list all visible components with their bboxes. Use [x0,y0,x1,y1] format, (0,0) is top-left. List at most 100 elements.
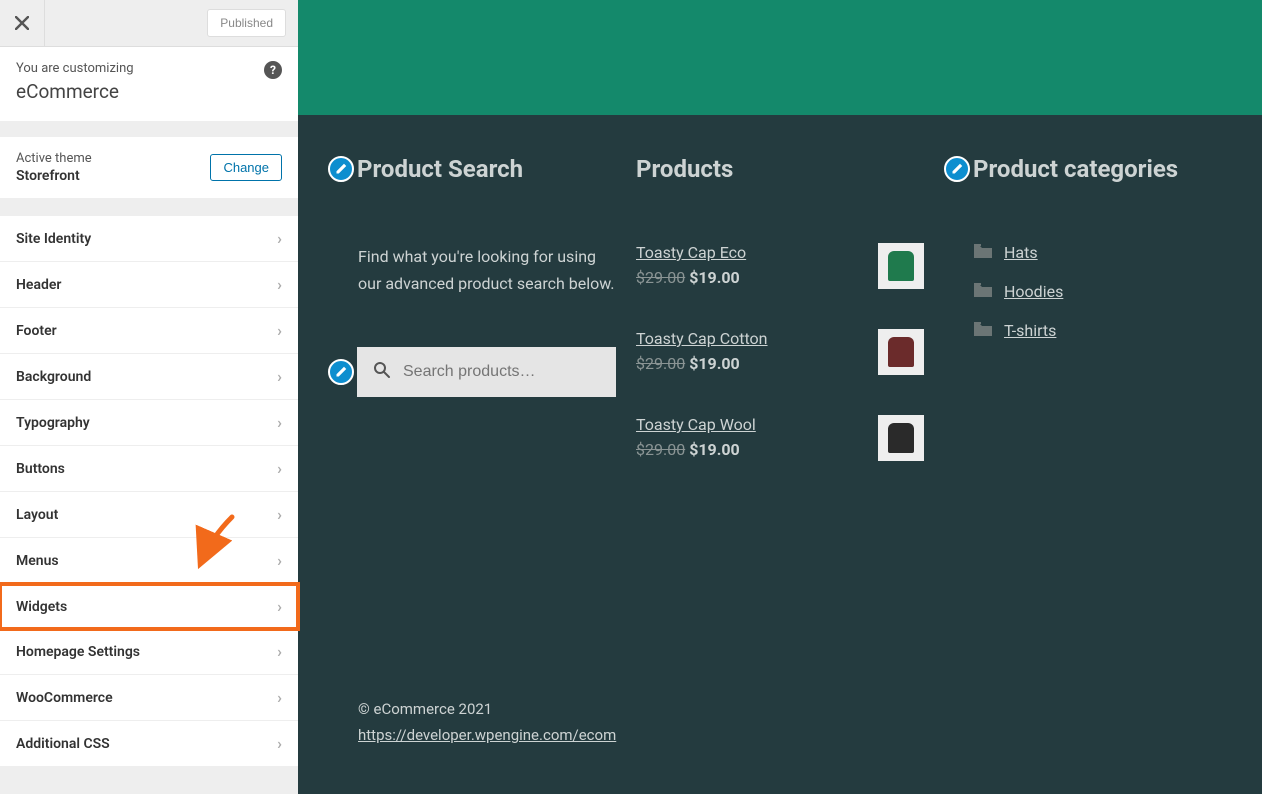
sidebar-item-label: Header [16,277,61,293]
category-link[interactable]: Hoodies [1004,282,1063,301]
widget-product-search: Product Search Find what you're looking … [328,155,616,501]
footer-copyright: © eCommerce 2021 [358,700,1202,718]
product-link[interactable]: Toasty Cap Eco [636,243,746,262]
chevron-right-icon: › [277,459,282,478]
pencil-icon [335,366,347,378]
price-new: $19.00 [689,440,740,459]
product-price: $29.00$19.00 [636,268,746,287]
sidebar-topbar: Published [0,0,298,47]
chevron-right-icon: › [277,505,282,524]
chevron-right-icon: › [277,229,282,248]
product-thumbnail[interactable] [878,415,924,461]
sidebar-item-background[interactable]: Background › [0,354,298,400]
close-button[interactable] [0,0,45,47]
pencil-icon [951,163,963,175]
chevron-right-icon: › [277,551,282,570]
sidebar-item-header[interactable]: Header › [0,262,298,308]
search-icon [373,361,391,383]
widget-heading-text: Product Search [357,155,523,183]
product-thumbnail[interactable] [878,243,924,289]
price-old: $29.00 [636,440,685,459]
folder-icon [974,321,992,340]
chevron-right-icon: › [277,367,282,386]
sidebar-item-label: Widgets [16,599,67,615]
chevron-right-icon: › [277,642,282,661]
product-link[interactable]: Toasty Cap Wool [636,415,756,434]
sidebar-item-homepage-settings[interactable]: Homepage Settings › [0,629,298,675]
sidebar-item-label: Additional CSS [16,736,110,752]
product-item: Toasty Cap Wool $29.00$19.00 [636,415,924,461]
category-link[interactable]: Hats [1004,243,1038,262]
price-new: $19.00 [689,268,740,287]
sidebar-item-site-identity[interactable]: Site Identity › [0,216,298,262]
product-price: $29.00$19.00 [636,440,756,459]
sidebar-item-label: WooCommerce [16,690,113,706]
product-item: Toasty Cap Eco $29.00$19.00 [636,243,924,289]
widget-heading-categories: Product categories [944,155,1232,183]
published-button[interactable]: Published [207,9,286,37]
chevron-right-icon: › [277,688,282,707]
active-theme-label: Active theme [16,151,92,166]
close-icon [15,16,29,30]
customizer-sidebar: Published You are customizing eCommerce … [0,0,298,794]
sidebar-item-label: Homepage Settings [16,644,140,660]
chevron-right-icon: › [277,413,282,432]
price-new: $19.00 [689,354,740,373]
search-input[interactable] [403,363,600,381]
preview-body: Product Search Find what you're looking … [298,115,1262,794]
help-icon[interactable]: ? [264,61,282,79]
edit-search-button[interactable] [328,359,354,385]
sidebar-item-woocommerce[interactable]: WooCommerce › [0,675,298,721]
divider [0,198,298,216]
active-theme-panel: Active theme Storefront Change [0,137,298,198]
customizing-label: You are customizing [16,61,282,76]
product-link[interactable]: Toasty Cap Cotton [636,329,768,348]
price-old: $29.00 [636,268,685,287]
pencil-icon [335,163,347,175]
chevron-right-icon: › [277,321,282,340]
sidebar-item-label: Footer [16,323,57,339]
customizing-panel: You are customizing eCommerce ? [0,47,298,121]
change-theme-button[interactable]: Change [210,154,282,181]
sidebar-item-typography[interactable]: Typography › [0,400,298,446]
divider [0,121,298,137]
chevron-right-icon: › [277,275,282,294]
folder-icon [974,243,992,262]
sidebar-item-footer[interactable]: Footer › [0,308,298,354]
preview-header-band [298,0,1262,115]
sidebar-item-label: Typography [16,415,90,431]
sidebar-item-widgets[interactable]: Widgets› [0,582,300,631]
sidebar-item-layout[interactable]: Layout › [0,492,298,538]
folder-icon [974,282,992,301]
sidebar-item-label: Background [16,369,91,385]
price-old: $29.00 [636,354,685,373]
category-link[interactable]: T-shirts [1004,321,1056,340]
product-thumbnail[interactable] [878,329,924,375]
sidebar-item-label: Menus [16,553,59,569]
widget-heading-text: Products [636,155,733,183]
search-description: Find what you're looking for using our a… [328,243,616,297]
site-preview: Product Search Find what you're looking … [298,0,1262,794]
site-title: eCommerce [16,80,282,103]
edit-widget-button[interactable] [328,156,354,182]
widget-heading-search: Product Search [328,155,616,183]
edit-widget-button[interactable] [944,156,970,182]
category-item: Hats [944,243,1232,262]
sidebar-item-additional-css[interactable]: Additional CSS › [0,721,298,767]
chevron-right-icon: › [277,734,282,753]
category-item: T-shirts [944,321,1232,340]
sidebar-item-label: Layout [16,507,58,523]
widget-heading-text: Product categories [973,155,1178,183]
footer-link[interactable]: https://developer.wpengine.com/ecom [358,726,1202,744]
sidebar-item-buttons[interactable]: Buttons› [0,446,298,492]
widget-heading-products: Products [636,155,924,183]
sidebar-item-menus[interactable]: Menus › [0,538,298,584]
search-box[interactable] [357,347,616,397]
theme-name: Storefront [16,168,92,184]
product-item: Toasty Cap Cotton $29.00$19.00 [636,329,924,375]
preview-footer: © eCommerce 2021 https://developer.wpeng… [328,680,1232,774]
product-price: $29.00$19.00 [636,354,768,373]
sidebar-item-label: Site Identity [16,231,91,247]
customizer-menu: Site Identity›Header›Footer›Background›T… [0,216,298,767]
category-item: Hoodies [944,282,1232,301]
